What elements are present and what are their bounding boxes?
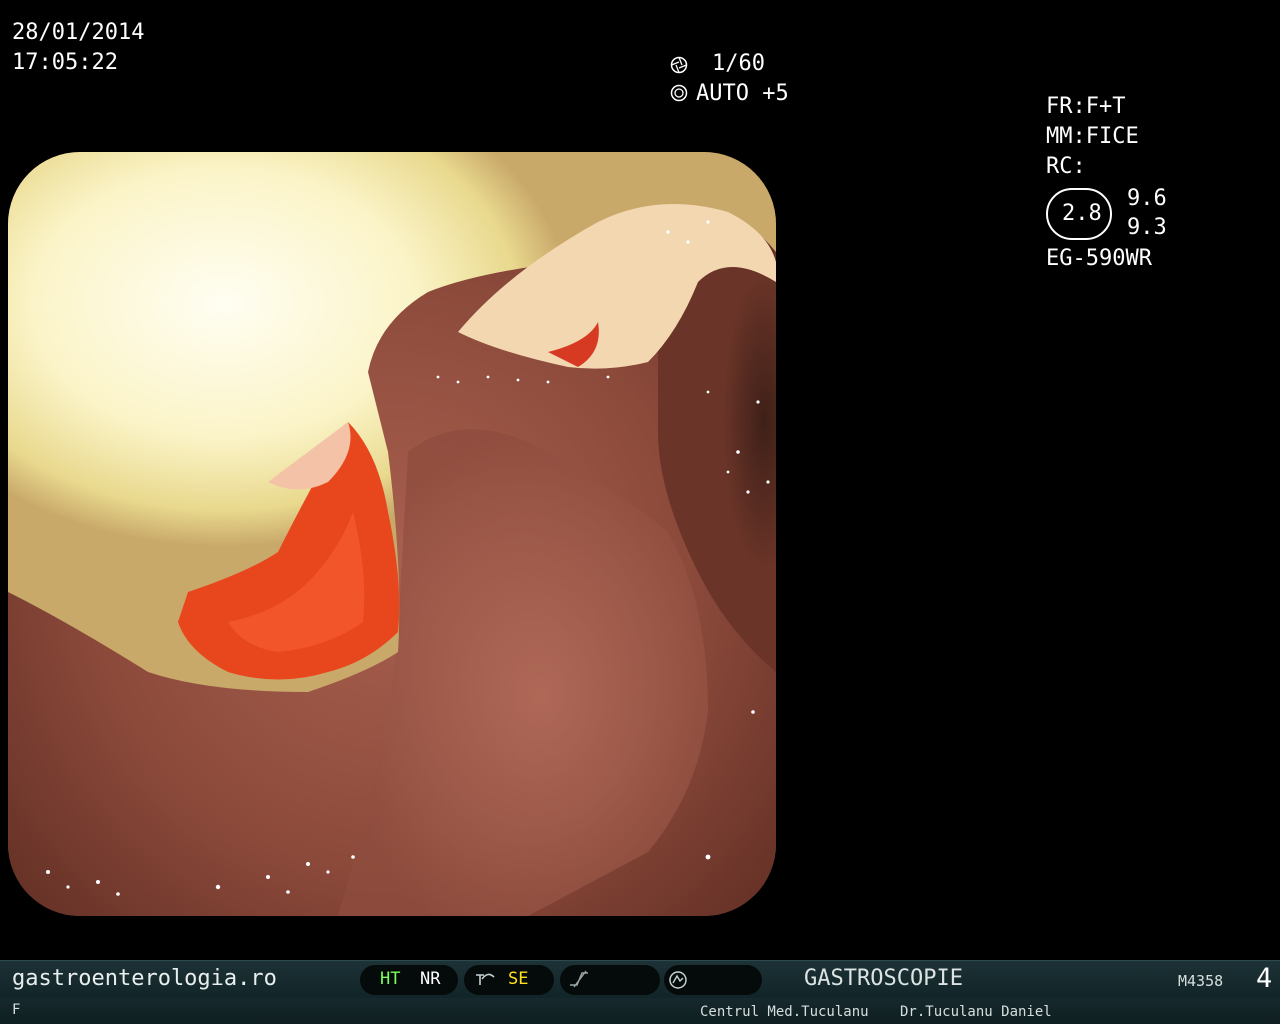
value-2: 9.3 [1127, 215, 1167, 240]
code-label: M4358 [1178, 972, 1224, 990]
endoscopic-image [8, 152, 776, 916]
image-number: 4 [1256, 963, 1273, 994]
scope-model: EG-590WR [1046, 246, 1152, 271]
auto-exposure: AUTO +5 [696, 81, 789, 106]
value-1: 9.6 [1127, 186, 1167, 211]
flag-label: F [12, 1002, 21, 1018]
status-bar: gastroenterologia.ro HT NR SE GASTROSCOP… [0, 960, 1280, 999]
shutter-speed: 1/60 [712, 51, 765, 76]
website-label: gastroenterologia.ro [12, 966, 277, 991]
footer-bar: F Centrul Med.Tuculanu Dr.Tuculanu Danie… [0, 998, 1280, 1024]
doctor-label: Dr.Tuculanu Daniel [900, 1004, 1052, 1020]
ht-nr-indicator [360, 965, 458, 995]
se-label: SE [508, 969, 529, 989]
mode-icon [668, 970, 688, 990]
procedure-label: GASTROSCOPIE [804, 966, 963, 991]
date-label: 28/01/2014 [12, 20, 145, 45]
fr-setting: FR:F+T [1046, 94, 1126, 119]
center-label: Centrul Med.Tuculanu [700, 1004, 869, 1020]
ratio-value: 2.8 [1062, 201, 1102, 226]
nr-label: NR [420, 969, 441, 989]
ht-label: HT [380, 969, 401, 989]
aperture-icon [670, 56, 688, 74]
tone-curve-icon [568, 969, 590, 989]
mm-setting: MM:FICE [1046, 124, 1139, 149]
iris-icon [670, 84, 688, 102]
time-label: 17:05:22 [12, 50, 118, 75]
rc-setting: RC: [1046, 154, 1086, 179]
structure-enhance-icon [474, 969, 496, 989]
